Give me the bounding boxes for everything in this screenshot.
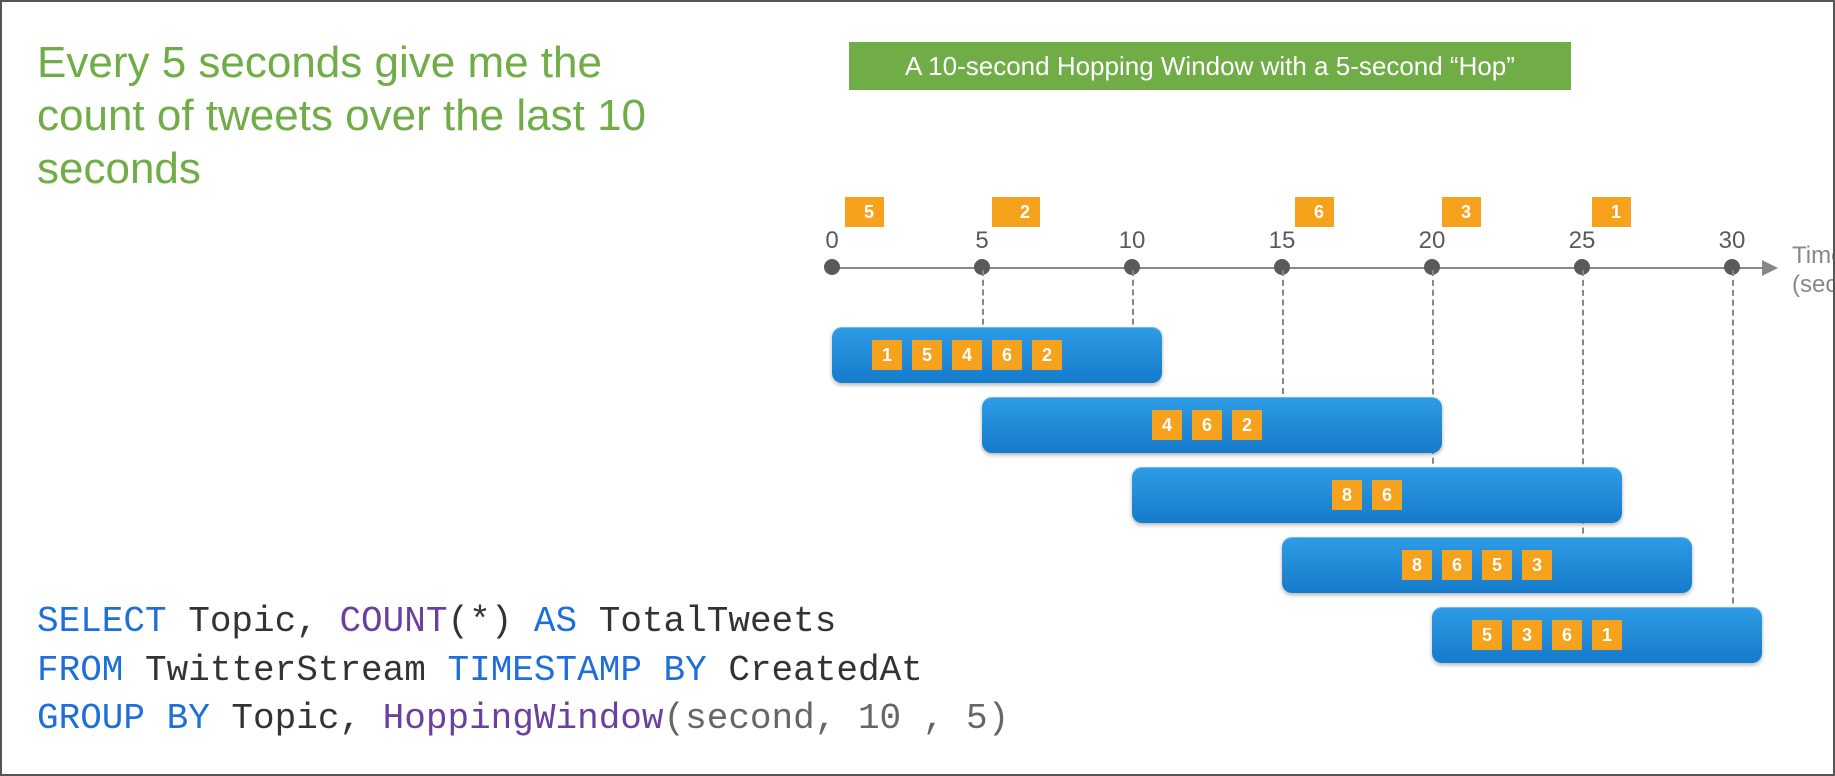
slide-frame: Every 5 seconds give me the count of twe… <box>0 0 1835 776</box>
sql-token: TotalTweets <box>577 601 836 642</box>
window-event: 4 <box>1152 410 1182 440</box>
description-heading: Every 5 seconds give me the count of twe… <box>37 37 687 195</box>
axis-caption-top: Time <box>1792 242 1835 269</box>
axis-caption-bottom: (secs) <box>1792 271 1835 298</box>
window-event: 5 <box>912 340 942 370</box>
window-event: 3 <box>1512 620 1542 650</box>
tick-label: 15 <box>1262 227 1302 255</box>
window-event: 2 <box>1032 340 1062 370</box>
sql-token: Topic, <box>167 601 340 642</box>
tick-label: 0 <box>812 227 852 255</box>
sql-token: TIMESTAMP BY <box>447 650 706 691</box>
tick-label: 10 <box>1112 227 1152 255</box>
hopping-window: 86 <box>1132 467 1622 523</box>
event-marker: 6 <box>1304 197 1334 227</box>
window-event: 6 <box>1372 480 1402 510</box>
tick-label: 25 <box>1562 227 1602 255</box>
sql-token: CreatedAt <box>707 650 923 691</box>
window-event: 1 <box>1592 620 1622 650</box>
window-event: 8 <box>1332 480 1362 510</box>
axis-line <box>832 267 1762 269</box>
sql-token: GROUP BY <box>37 698 210 739</box>
axis-caption: Time (secs) <box>1792 242 1835 300</box>
event-marker: 2 <box>1010 197 1040 227</box>
guide-line <box>1732 270 1734 663</box>
tick-label: 20 <box>1412 227 1452 255</box>
axis-arrow-icon <box>1762 260 1778 276</box>
sql-token: TwitterStream <box>123 650 447 691</box>
window-event: 5 <box>1472 620 1502 650</box>
hopping-window: 8653 <box>1282 537 1692 593</box>
window-event: 6 <box>1442 550 1472 580</box>
hopping-window: 15462 <box>832 327 1162 383</box>
sql-query: SELECT Topic, COUNT(*) AS TotalTweets FR… <box>37 598 1009 744</box>
banner-title: A 10-second Hopping Window with a 5-seco… <box>849 42 1571 90</box>
window-event: 3 <box>1522 550 1552 580</box>
hopping-window: 5361 <box>1432 607 1762 663</box>
sql-token: AS <box>512 601 577 642</box>
event-marker: 5 <box>854 197 884 227</box>
hopping-window: 462 <box>982 397 1442 453</box>
sql-token: Topic, <box>210 698 383 739</box>
sql-token: COUNT <box>339 601 447 642</box>
window-event: 6 <box>1552 620 1582 650</box>
tick-label: 5 <box>962 227 1002 255</box>
window-event: 4 <box>952 340 982 370</box>
event-marker: 3 <box>1451 197 1481 227</box>
tick-label: 30 <box>1712 227 1752 255</box>
window-event: 6 <box>1192 410 1222 440</box>
window-event: 5 <box>1482 550 1512 580</box>
event-marker: 1 <box>1601 197 1631 227</box>
sql-token: (second, 10 , 5) <box>664 698 1010 739</box>
sql-token: SELECT <box>37 601 167 642</box>
tick-dot-icon <box>824 259 840 275</box>
sql-token: HoppingWindow <box>383 698 664 739</box>
sql-token: FROM <box>37 650 123 691</box>
sql-token: (*) <box>447 601 512 642</box>
window-event: 1 <box>872 340 902 370</box>
window-event: 2 <box>1232 410 1262 440</box>
window-event: 8 <box>1402 550 1432 580</box>
window-event: 6 <box>992 340 1022 370</box>
